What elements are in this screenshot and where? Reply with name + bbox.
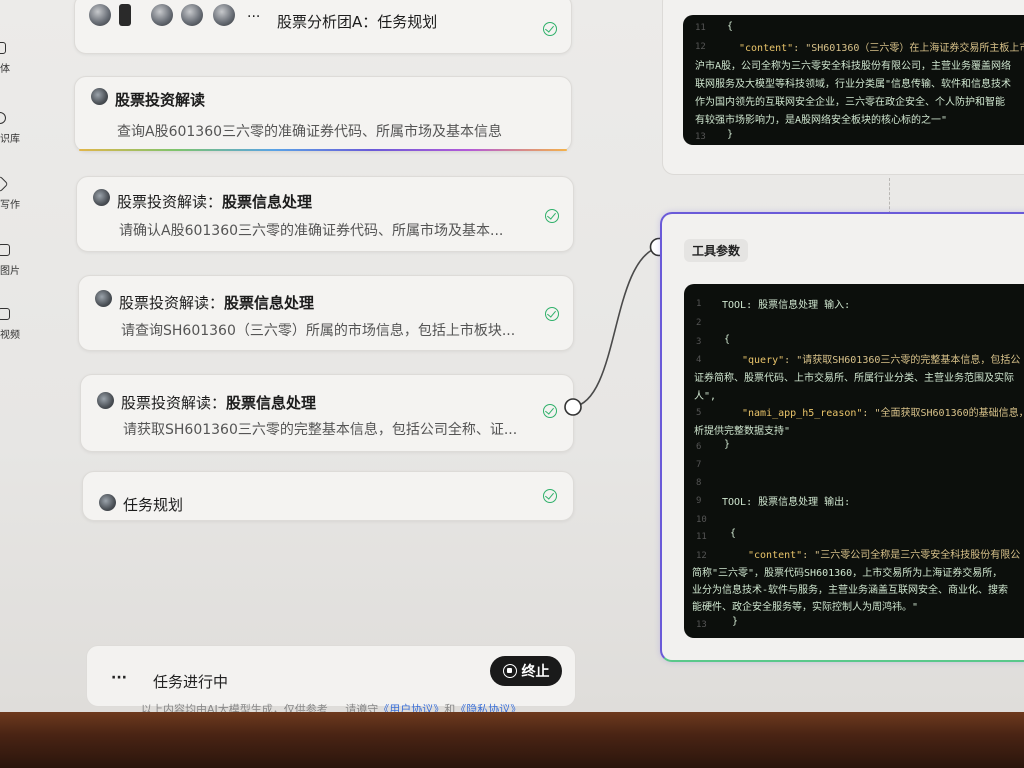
task-card[interactable]: 股票投资解读：股票信息处理 请确认A股601360三六零的准确证券代码、所属市场… xyxy=(76,176,574,252)
rail-item-image[interactable]: 图片 xyxy=(0,244,22,277)
tool-code-block: 1 TOOL: 股票信息处理 输入: 2 3 { 4 "query": "请获取… xyxy=(684,284,1024,638)
task-card[interactable]: 股票投资解读 查询A股601360三六零的准确证券代码、所属市场及基本信息 xyxy=(74,76,572,152)
agent-avatar xyxy=(99,494,116,511)
agent-icon xyxy=(0,42,6,54)
code-line: "nami_app_h5_reason": "全面获取SH601360的基础信息… xyxy=(742,408,1024,419)
stop-icon xyxy=(502,664,517,678)
check-icon xyxy=(545,209,559,223)
task-description: 请确认A股601360三六零的准确证券代码、所属市场及基本... xyxy=(119,223,504,239)
pen-icon xyxy=(0,175,9,193)
app-screen: 体 识库 写作 图片 视频 ··· 股票分析团A：任务规划 股票投资解读 查询A… xyxy=(0,0,1024,740)
left-rail: 体 识库 写作 图片 视频 xyxy=(0,0,22,740)
task-card[interactable]: 股票投资解读：股票信息处理 请获取SH601360三六零的完整基本信息，包括公司… xyxy=(80,374,574,452)
task-card[interactable]: 股票投资解读：股票信息处理 请查询SH601360（三六零）所属的市场信息，包括… xyxy=(78,275,574,351)
check-icon xyxy=(543,22,557,36)
code-line: "content": "三六零公司全称是三六零安全科技股份有限公 xyxy=(748,550,1021,561)
member-avatar xyxy=(181,4,203,26)
check-icon xyxy=(545,307,559,321)
stop-button[interactable]: 终止 xyxy=(490,656,562,686)
desk-surface xyxy=(0,712,1024,768)
rail-item-agent[interactable]: 体 xyxy=(0,42,22,75)
task-title: 股票投资解读：股票信息处理 xyxy=(119,294,315,312)
team-title: 股票分析团A：任务规划 xyxy=(277,13,438,31)
check-icon xyxy=(543,489,557,503)
member-avatar xyxy=(119,4,131,26)
video-icon xyxy=(0,308,10,320)
rail-item-knowledge[interactable]: 识库 xyxy=(0,112,22,145)
knowledge-icon xyxy=(0,112,6,124)
member-avatar xyxy=(89,4,111,26)
code-line: "content": "SH601360（三六零）在上海证券交易所主板上市 xyxy=(739,43,1024,54)
task-title: 股票投资解读 xyxy=(115,91,206,109)
task-description: 请获取SH601360三六零的完整基本信息，包括公司全称、证... xyxy=(123,422,518,438)
member-avatar xyxy=(213,4,235,26)
top-code-block: 11 { 12 "content": "SH601360（三六零）在上海证券交易… xyxy=(683,15,1024,145)
task-title: 任务规划 xyxy=(123,496,184,514)
agent-avatar xyxy=(95,290,112,307)
connector-start-node xyxy=(564,398,582,416)
task-status-text: 任务进行中 xyxy=(153,673,229,691)
agent-avatar xyxy=(93,189,110,206)
rail-item-video[interactable]: 视频 xyxy=(0,308,22,341)
check-icon xyxy=(543,404,557,418)
image-icon xyxy=(0,244,10,256)
more-members-indicator: ··· xyxy=(247,9,261,25)
team-header-card[interactable]: ··· 股票分析团A：任务规划 xyxy=(74,0,572,54)
code-line: "query": "请获取SH601360三六零的完整基本信息，包括公 xyxy=(742,355,1021,366)
top-result-panel: 11 { 12 "content": "SH601360（三六零）在上海证券交易… xyxy=(662,0,1024,175)
tool-params-label: 工具参数 xyxy=(684,239,749,262)
agent-avatar xyxy=(97,392,114,409)
member-avatar xyxy=(151,4,173,26)
task-title: 股票投资解读：股票信息处理 xyxy=(117,193,313,211)
stop-button-label: 终止 xyxy=(521,664,550,680)
task-title: 股票投资解读：股票信息处理 xyxy=(121,394,317,412)
task-description: 请查询SH601360（三六零）所属的市场信息，包括上市板块... xyxy=(121,323,516,339)
agent-avatar xyxy=(91,88,108,105)
task-status-bar: ··· 任务进行中 终止 xyxy=(86,645,576,707)
tool-params-panel: 工具参数 1 TOOL: 股票信息处理 输入: 2 3 { 4 "query":… xyxy=(660,212,1024,662)
task-description: 查询A股601360三六零的准确证券代码、所属市场及基本信息 xyxy=(117,124,503,140)
panel-divider xyxy=(889,178,890,214)
rail-item-writing[interactable]: 写作 xyxy=(0,175,22,211)
active-gradient-underline xyxy=(79,149,567,151)
task-card[interactable]: 任务规划 xyxy=(82,471,574,521)
more-icon[interactable]: ··· xyxy=(111,670,127,686)
